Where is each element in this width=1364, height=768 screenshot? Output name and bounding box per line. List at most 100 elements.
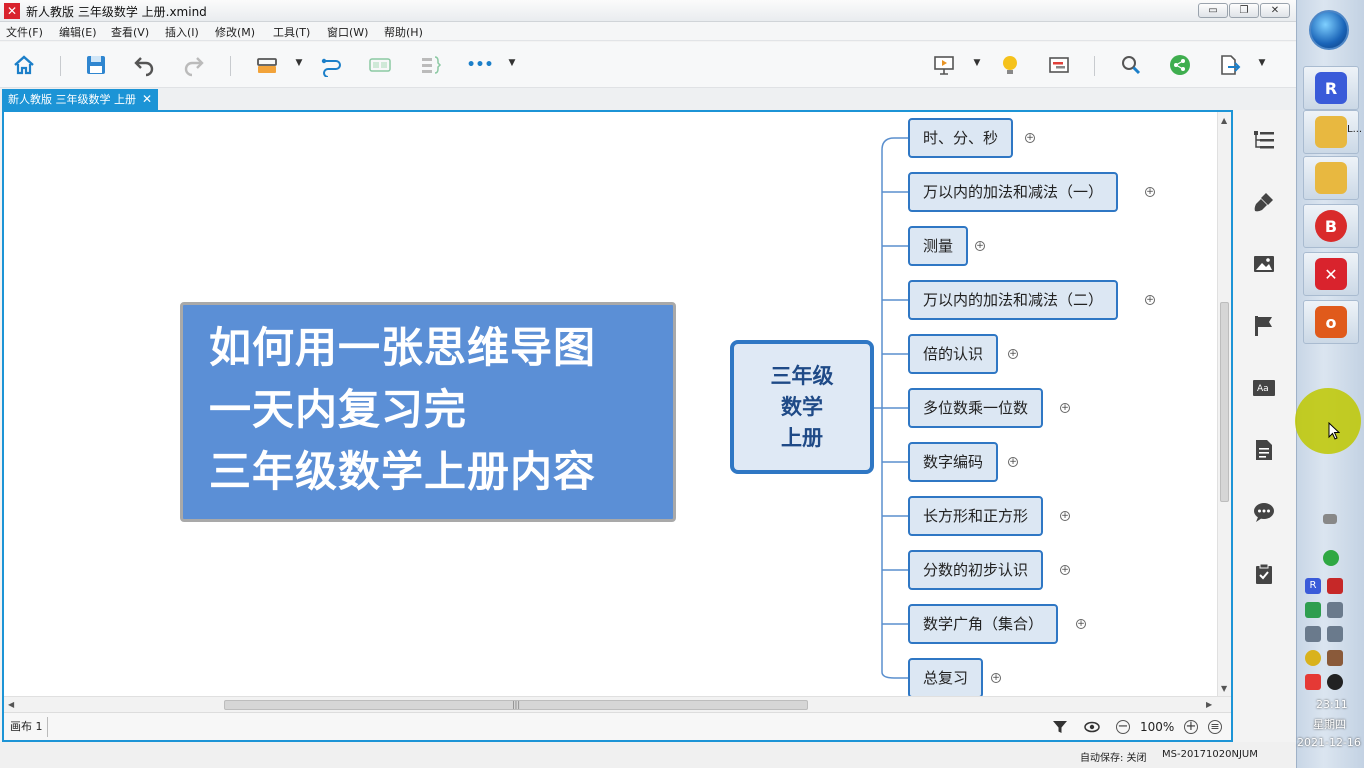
expand-icon[interactable]: + — [1025, 133, 1035, 143]
subtopic[interactable]: 总复习 — [908, 658, 984, 696]
chevron-down-icon[interactable]: ▼ — [972, 58, 982, 70]
menu-edit[interactable]: 编辑(E) — [59, 24, 97, 40]
taskbar-app-r[interactable]: R — [1303, 66, 1359, 110]
filter-icon[interactable] — [1052, 719, 1068, 735]
scroll-down-icon[interactable]: ▼ — [1221, 684, 1227, 693]
document-tab[interactable]: 新人教版 三年级数学 上册 ✕ — [2, 89, 159, 110]
tray-monitor-icon[interactable] — [1327, 578, 1343, 594]
expand-icon[interactable]: + — [1145, 295, 1155, 305]
subtopic[interactable]: 多位数乘一位数 — [908, 388, 1044, 428]
notes-icon[interactable] — [1252, 438, 1276, 462]
subtopic[interactable]: 分数的初步认识 — [908, 550, 1044, 590]
marker-flag-icon[interactable] — [1252, 314, 1276, 338]
subtopic[interactable]: 数学广角（集合） — [908, 604, 1059, 644]
vertical-scrollbar[interactable]: ▲ ▼ — [1217, 112, 1231, 696]
subtopic[interactable]: 万以内的加法和减法（一） — [908, 172, 1119, 212]
shield-icon[interactable] — [1305, 602, 1321, 618]
clock-date[interactable]: 2021-12-16 — [1297, 736, 1361, 749]
subtopic[interactable]: 数字编码 — [908, 442, 999, 482]
subtopic[interactable]: 长方形和正方形 — [908, 496, 1044, 536]
taskbar-folder-2[interactable] — [1303, 156, 1359, 200]
fit-map-icon[interactable]: ≡ — [1208, 720, 1222, 734]
central-topic[interactable]: 三年级 数学 上册 — [730, 340, 874, 474]
export-icon[interactable] — [1215, 51, 1243, 79]
windows-start-icon[interactable] — [1309, 10, 1349, 50]
expand-icon[interactable]: + — [1060, 565, 1070, 575]
presentation-icon[interactable] — [930, 51, 958, 79]
clock-day[interactable]: 星期四 — [1313, 716, 1346, 732]
horizontal-scrollbar[interactable]: ◀ ||| ▶ — [4, 696, 1231, 712]
save-icon[interactable] — [82, 51, 110, 79]
expand-icon[interactable]: + — [1008, 457, 1018, 467]
expand-icon[interactable]: + — [1008, 349, 1018, 359]
close-window-button[interactable]: ✕ — [1260, 3, 1290, 18]
clock-time[interactable]: 23:11 — [1316, 698, 1348, 711]
subtopic[interactable]: 倍的认识 — [908, 334, 999, 374]
volume-icon[interactable] — [1327, 602, 1343, 618]
gantt-icon[interactable] — [1045, 51, 1073, 79]
taskbar-xmind[interactable]: ✕ — [1303, 252, 1359, 296]
tray-color-icon[interactable] — [1305, 674, 1321, 690]
subtopic[interactable]: 万以内的加法和减法（二） — [908, 280, 1119, 320]
menu-help[interactable]: 帮助(H) — [384, 24, 423, 40]
tray-r-icon[interactable]: R — [1305, 578, 1321, 594]
more-icon[interactable]: ••• — [466, 51, 494, 79]
autosave-status[interactable]: 自动保存: 关闭 — [1080, 749, 1147, 764]
task-icon[interactable] — [1252, 562, 1276, 586]
redo-icon[interactable] — [180, 51, 208, 79]
expand-icon[interactable]: + — [1060, 511, 1070, 521]
maximize-button[interactable]: ❐ — [1229, 3, 1259, 18]
comments-icon[interactable] — [1252, 500, 1276, 524]
temperature-icon[interactable] — [1327, 650, 1343, 666]
undo-icon[interactable] — [130, 51, 158, 79]
expand-icon[interactable]: + — [1145, 187, 1155, 197]
menu-file[interactable]: 文件(F) — [6, 24, 43, 40]
tray-avatar-icon[interactable] — [1327, 674, 1343, 690]
expand-icon[interactable]: + — [1076, 619, 1086, 629]
relationship-icon[interactable] — [318, 51, 346, 79]
chevron-down-icon[interactable]: ▼ — [1257, 58, 1267, 70]
boundary-icon[interactable] — [366, 51, 394, 79]
menu-tools[interactable]: 工具(T) — [273, 24, 310, 40]
image-icon[interactable] — [1252, 252, 1276, 276]
subtopic[interactable]: 测量 — [908, 226, 969, 266]
menu-view[interactable]: 查看(V) — [111, 24, 149, 40]
tray-plus-icon[interactable] — [1305, 650, 1321, 666]
zoom-out-button[interactable]: − — [1116, 720, 1130, 734]
taskbar-app-b[interactable]: B — [1303, 204, 1359, 248]
home-icon[interactable] — [10, 51, 38, 79]
chevron-down-icon[interactable]: ▼ — [507, 58, 517, 70]
scroll-right-icon[interactable]: ▶ — [1206, 700, 1212, 709]
subtopic[interactable]: 时、分、秒 — [908, 118, 1014, 158]
horizontal-scroll-thumb[interactable]: ||| — [224, 700, 808, 710]
scroll-left-icon[interactable]: ◀ — [8, 700, 14, 709]
mindmap-canvas[interactable]: 如何用一张思维导图 一天内复习完 三年级数学上册内容 三年级 数学 上册 时、分… — [4, 112, 1217, 696]
keyboard-icon[interactable] — [1323, 514, 1337, 524]
format-brush-icon[interactable] — [1252, 190, 1276, 214]
menu-window[interactable]: 窗口(W) — [327, 24, 368, 40]
chevron-down-icon[interactable]: ▼ — [294, 58, 304, 70]
scroll-up-icon[interactable]: ▲ — [1221, 116, 1227, 125]
menu-insert[interactable]: 插入(I) — [165, 24, 199, 40]
summary-icon[interactable] — [416, 51, 444, 79]
title-floating-topic[interactable]: 如何用一张思维导图 一天内复习完 三年级数学上册内容 — [180, 302, 676, 522]
topic-style-icon[interactable] — [253, 51, 281, 79]
outline-icon[interactable] — [1252, 128, 1276, 152]
brainstorm-icon[interactable] — [996, 51, 1024, 79]
usb-icon[interactable] — [1305, 626, 1321, 642]
close-icon[interactable]: ✕ — [142, 89, 152, 110]
expand-icon[interactable]: + — [1060, 403, 1070, 413]
expand-icon[interactable]: + — [975, 241, 985, 251]
share-icon[interactable] — [1166, 51, 1194, 79]
search-icon[interactable] — [1117, 51, 1145, 79]
sheet-tab[interactable]: 画布 1 — [6, 717, 48, 737]
network-icon[interactable] — [1323, 550, 1339, 566]
expand-icon[interactable]: + — [991, 673, 1001, 683]
eye-icon[interactable] — [1084, 719, 1100, 735]
menu-modify[interactable]: 修改(M) — [215, 24, 255, 40]
vertical-scroll-thumb[interactable] — [1220, 302, 1229, 502]
minimize-button[interactable]: ▭ — [1198, 3, 1228, 18]
font-icon[interactable]: Aa — [1252, 376, 1276, 400]
display-icon[interactable] — [1327, 626, 1343, 642]
zoom-in-button[interactable]: + — [1184, 720, 1198, 734]
